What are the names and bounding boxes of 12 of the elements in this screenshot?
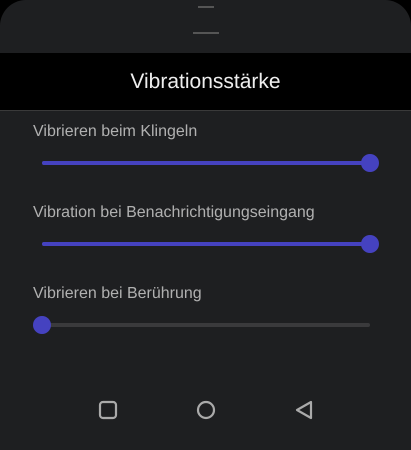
slider-label: Vibrieren beim Klingeln: [33, 122, 198, 142]
drag-handle[interactable]: [192, 32, 218, 34]
drag-handle[interactable]: [198, 6, 214, 8]
slider-thumb[interactable]: [33, 316, 51, 334]
slider-thumb[interactable]: [361, 154, 379, 172]
slider-label: Vibration bei Benachrichtigungseingang: [33, 203, 316, 223]
home-icon[interactable]: [196, 400, 216, 420]
recent-apps-icon[interactable]: [98, 400, 118, 420]
dialog-title: Vibrationsstärke: [130, 70, 281, 94]
back-icon[interactable]: [294, 400, 314, 420]
slider-thumb[interactable]: [361, 235, 379, 253]
slider-label: Vibrieren bei Berührung: [33, 284, 203, 304]
